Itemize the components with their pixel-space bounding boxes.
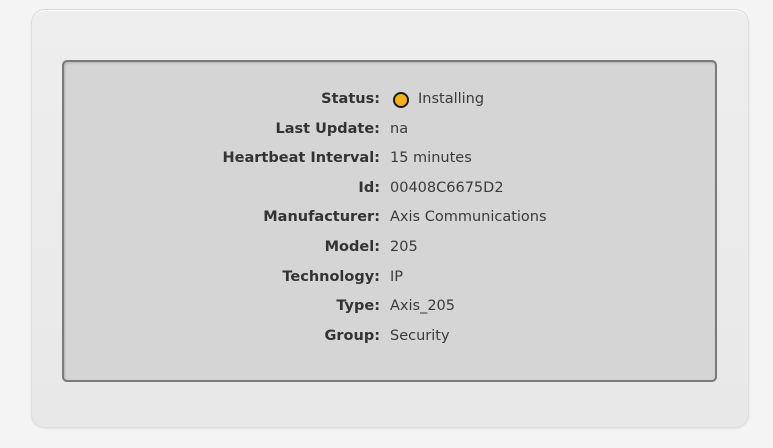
field-row-last-update: Last Update: na <box>64 115 715 145</box>
type-value: Axis_205 <box>390 298 456 315</box>
id-label: Id: <box>358 179 380 196</box>
field-row-technology: Technology: IP <box>64 263 715 293</box>
technology-value: IP <box>390 268 404 285</box>
type-label: Type: <box>336 298 380 315</box>
group-value: Security <box>390 327 450 344</box>
field-row-id: Id: 00408C6675D2 <box>64 174 715 204</box>
status-label: Status: <box>321 91 380 107</box>
field-row-type: Type: Axis_205 <box>64 292 715 322</box>
status-value: Installing <box>390 85 484 115</box>
last-update-label: Last Update: <box>275 120 380 137</box>
device-fields-list: Status: Installing Last Update: na Heart… <box>64 85 715 351</box>
technology-label: Technology: <box>282 268 380 285</box>
group-label: Group: <box>324 327 380 344</box>
status-text: Installing <box>418 91 485 107</box>
manufacturer-value: Axis Communications <box>390 209 547 226</box>
id-value: 00408C6675D2 <box>390 179 504 196</box>
model-value: 205 <box>390 238 418 255</box>
manufacturer-label: Manufacturer: <box>263 209 380 226</box>
last-update-value: na <box>390 120 409 137</box>
field-row-status: Status: Installing <box>64 85 715 115</box>
status-circle-icon <box>393 91 409 108</box>
field-row-group: Group: Security <box>64 322 715 352</box>
model-label: Model: <box>324 238 380 255</box>
heartbeat-interval-label: Heartbeat Interval: <box>222 150 380 167</box>
field-row-manufacturer: Manufacturer: Axis Communications <box>64 203 715 233</box>
heartbeat-interval-value: 15 minutes <box>390 150 472 167</box>
field-row-model: Model: 205 <box>64 233 715 263</box>
field-row-heartbeat-interval: Heartbeat Interval: 15 minutes <box>64 144 715 174</box>
device-info-box: Status: Installing Last Update: na Heart… <box>62 60 717 382</box>
